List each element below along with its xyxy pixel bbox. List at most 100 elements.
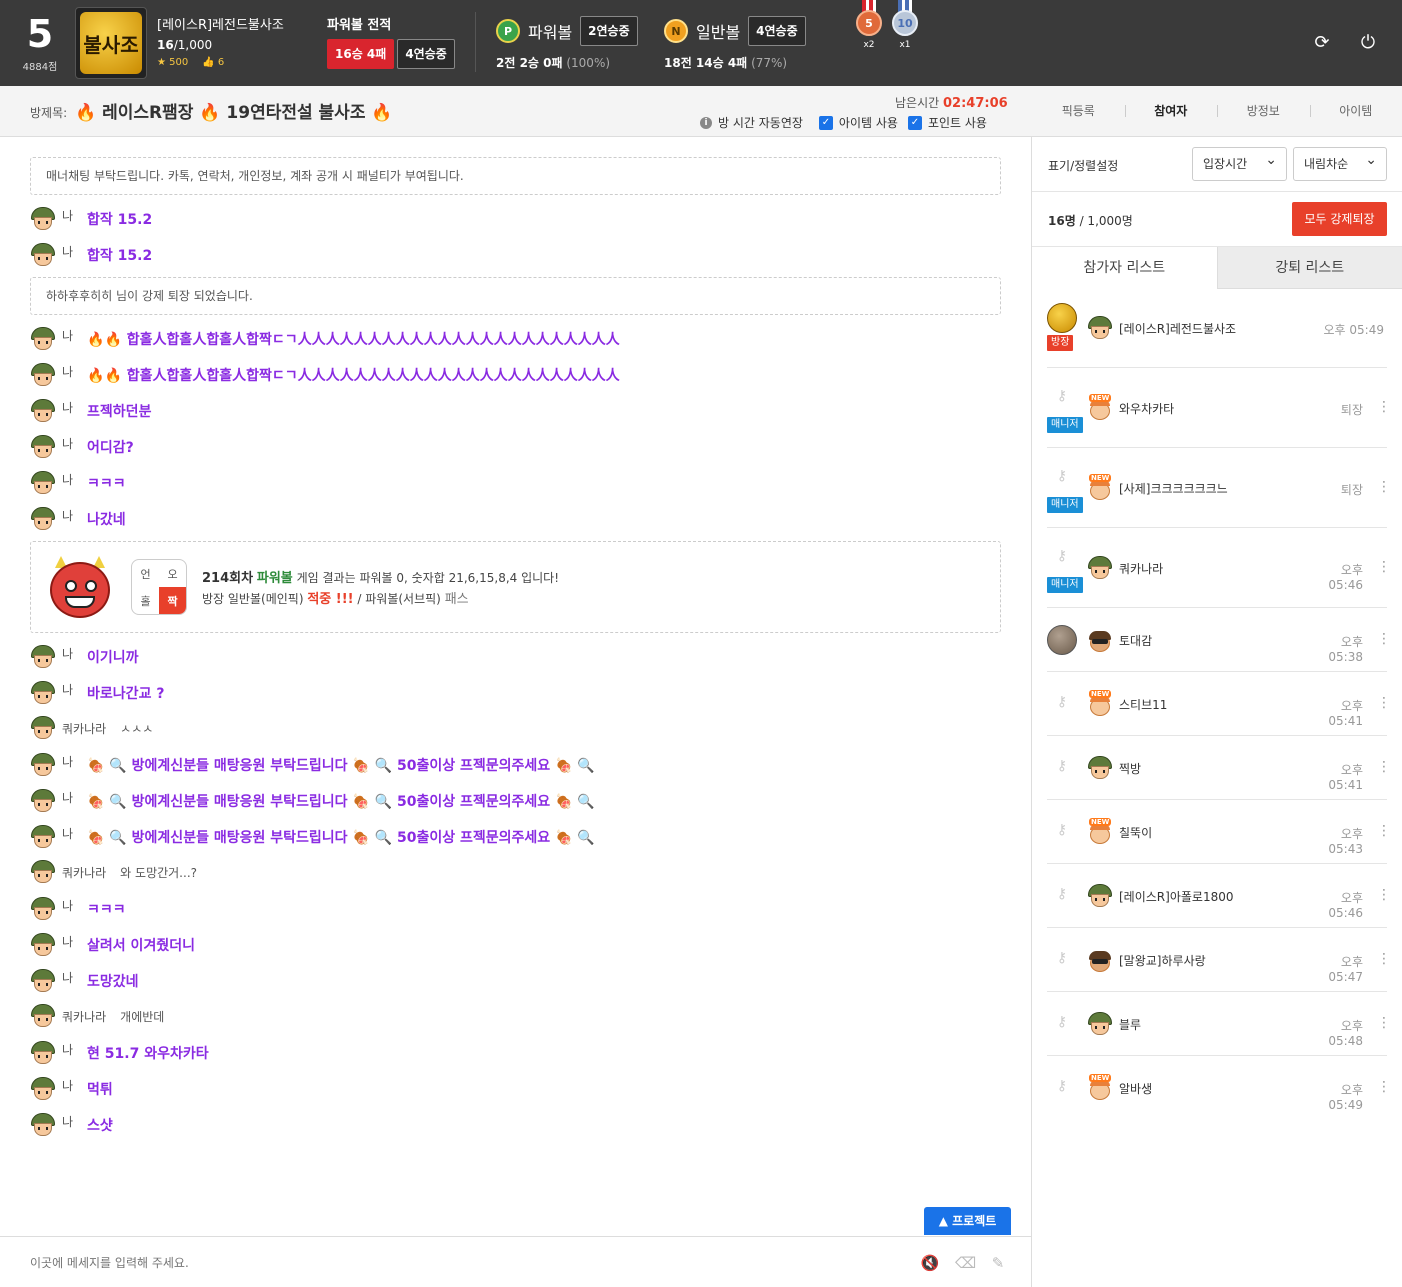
grid-cell: 홀 <box>140 594 151 608</box>
participant-row[interactable]: ⚷ NEW 스티브11 오후 05:41 ⋮ <box>1047 673 1391 736</box>
chat-message: 쿼카나라 개에반데 <box>30 1001 164 1031</box>
owner-logo-icon <box>1047 303 1077 333</box>
coin-badge-icon <box>1047 625 1077 655</box>
more-options-icon[interactable]: ⋮ <box>1377 887 1391 903</box>
item-use-checkbox[interactable]: ✓ <box>818 115 833 130</box>
manager-tag: 매니저 <box>1047 497 1083 513</box>
participant-status: 퇴장 <box>1340 483 1363 497</box>
magnifier-icon: 🔍 <box>109 758 127 774</box>
sender-name: 나 <box>62 208 74 223</box>
key-icon: ⚷ <box>1056 1014 1068 1030</box>
chat-message: 나 합작 15.2 <box>30 204 152 234</box>
room-logo: 불사조 <box>75 7 147 79</box>
participant-row[interactable]: ⚷ 블루 오후 05:48 ⋮ <box>1047 993 1391 1056</box>
soldier-avatar-icon <box>30 506 56 532</box>
message-text: 살려서 이겨줬더니 <box>87 938 195 954</box>
refresh-icon[interactable]: ⟳ <box>1312 33 1332 53</box>
message-text: ㅅㅅㅅ <box>120 721 154 736</box>
powerball-icon: P <box>496 19 520 43</box>
power-icon[interactable]: ⏻ <box>1358 33 1378 53</box>
thumbs-up-icon: 👍 <box>202 57 215 68</box>
tab-kicked-list[interactable]: 강퇴 리스트 <box>1216 247 1402 289</box>
auto-extend-label[interactable]: 방 시간 자동연장 <box>718 114 803 131</box>
more-options-icon[interactable]: ⋮ <box>1377 479 1391 495</box>
chat-message: 나 먹튀 <box>30 1074 113 1104</box>
normalball-stat: N 일반볼 4연승중 18전 14승 4패 (77%) <box>664 16 806 71</box>
participant-row[interactable]: ⚷ NEW 알바생 오후 05:49 ⋮ <box>1047 1057 1391 1120</box>
fire-icon: 🔥🔥 <box>87 332 122 348</box>
protect-button[interactable]: ▲ 프로젝트 <box>924 1207 1011 1235</box>
sender-name: 나 <box>62 1042 74 1057</box>
message-text: 🔥🔥 합홀人합홀人합홀人합짝ㄷㄱ人人人人人人人人人人人人人人人人人人人人人人人 <box>87 368 620 384</box>
powerball-name: 파워볼 <box>528 23 573 42</box>
message-text: 🍖 🔍 방에계신분들 매탕응원 부탁드립니다 🍖 🔍 50출이상 프젝문의주세요… <box>87 794 595 810</box>
chat-message: 나 바로나간교 ? <box>30 678 164 708</box>
participant-row[interactable]: ⚷ 매니저 NEW [사제]크크크크크크느 퇴장 ⋮ <box>1047 449 1391 528</box>
sort-order-select[interactable]: 내림차순 <box>1293 144 1387 181</box>
chat-message: 나 현 51.7 와우차카타 <box>30 1038 209 1068</box>
chat-notice: 매너채팅 부탁드립니다. 카톡, 연락처, 개인정보, 계좌 공개 시 패널티가… <box>30 157 1001 195</box>
point-use-checkbox[interactable]: ✓ <box>907 115 922 130</box>
soldier-avatar-icon <box>30 932 56 958</box>
medal-multiplier: x2 <box>863 40 875 50</box>
new-user-avatar-icon: NEW <box>1087 394 1113 421</box>
tab-items[interactable]: 아이템 <box>1309 86 1402 136</box>
tab-room-info[interactable]: 방정보 <box>1217 86 1310 136</box>
participant-row[interactable]: ⚷ 매니저 쿼카나라 오후 05:46 ⋮ <box>1047 529 1391 608</box>
kick-all-button[interactable]: 모두 강제퇴장 <box>1292 202 1387 236</box>
more-options-icon[interactable]: ⋮ <box>1377 399 1391 415</box>
more-options-icon[interactable]: ⋮ <box>1377 559 1391 575</box>
more-options-icon[interactable]: ⋮ <box>1377 631 1391 647</box>
more-options-icon[interactable]: ⋮ <box>1377 695 1391 711</box>
room-title: 🔥 레이스R팸장 🔥 19연타전설 불사조 🔥 <box>75 103 393 123</box>
tab-pick-register[interactable]: 픽등록 <box>1032 86 1125 136</box>
participant-row[interactable]: ⚷ [레이스R]아폴로1800 오후 05:46 ⋮ <box>1047 865 1391 928</box>
more-options-icon[interactable]: ⋮ <box>1377 951 1391 967</box>
participant-row[interactable]: ⚷ 찍방 오후 05:41 ⋮ <box>1047 737 1391 800</box>
remaining-time: 남은시간 02:47:06 <box>895 96 1008 111</box>
more-options-icon[interactable]: ⋮ <box>1377 1079 1391 1095</box>
info-icon: i <box>700 116 712 129</box>
sender-name: 나 <box>62 508 74 523</box>
count-row: 16명 / 1,000명 모두 강제퇴장 <box>1032 192 1402 247</box>
message-text: 도망갔네 <box>87 974 139 990</box>
participant-row[interactable]: 방장 [레이스R]레전드불사조 오후 05:49 <box>1047 289 1387 368</box>
sort-field-select[interactable]: 입장시간 <box>1192 144 1287 181</box>
more-options-icon[interactable]: ⋮ <box>1377 759 1391 775</box>
chat-message: 쿼카나라 와 도망간거...? <box>30 857 197 887</box>
soldier-avatar-icon <box>30 362 56 388</box>
participant-name: [레이스R]레전드불사조 <box>1119 322 1237 336</box>
chat-input-bar: 🔇 ⌫ ✎ <box>0 1236 1031 1287</box>
tab-participant-list[interactable]: 참가자 리스트 <box>1032 247 1217 289</box>
chat-input[interactable] <box>30 1252 900 1274</box>
meat-icon: 🍖 <box>555 830 573 846</box>
more-options-icon[interactable]: ⋮ <box>1377 1015 1391 1031</box>
remaining-time-value: 02:47:06 <box>943 96 1008 111</box>
magnifier-icon: 🔍 <box>374 830 393 846</box>
medals: 5 x2 10 x1 <box>855 0 919 50</box>
participant-row[interactable]: ⚷ [말왕교]하루사랑 오후 05:47 ⋮ <box>1047 929 1391 992</box>
powerball-stat: P 파워볼 2연승중 2전 2승 0패 (100%) <box>496 16 638 71</box>
soldier-avatar-icon <box>30 398 56 424</box>
like-count: 👍 6 <box>202 57 225 68</box>
message-text: 와 도망간거...? <box>120 865 197 880</box>
eraser-icon[interactable]: ⌫ <box>955 1253 976 1273</box>
key-icon: ⚷ <box>1056 548 1068 564</box>
soldier-avatar-icon <box>1087 1011 1113 1037</box>
sender-name: 나 <box>62 826 74 841</box>
message-text: 🍖 🔍 방에계신분들 매탕응원 부탁드립니다 🍖 🔍 50출이상 프젝문의주세요… <box>87 758 595 774</box>
mute-icon[interactable]: 🔇 <box>920 1253 940 1273</box>
more-options-icon[interactable]: ⋮ <box>1377 823 1391 839</box>
participant-row[interactable]: 토대감 오후 05:38 ⋮ <box>1047 609 1391 672</box>
sender-name: 쿼카나라 <box>62 1009 107 1024</box>
participant-row[interactable]: ⚷ 매니저 NEW 와우차카타 퇴장 ⋮ <box>1047 369 1391 448</box>
participant-row[interactable]: ⚷ NEW 칠뚝이 오후 05:43 ⋮ <box>1047 801 1391 864</box>
soldier-avatar-icon <box>1087 315 1113 341</box>
participant-name: 칠뚝이 <box>1119 826 1153 840</box>
sender-name: 나 <box>62 328 74 343</box>
normalball-name: 일반볼 <box>696 23 741 42</box>
tab-participants[interactable]: 참여자 <box>1124 86 1218 136</box>
logo-text: 불사조 <box>80 12 142 74</box>
magic-wand-icon[interactable]: ✎ <box>988 1253 1008 1273</box>
sort-label: 표기/정렬설정 <box>1048 159 1119 173</box>
